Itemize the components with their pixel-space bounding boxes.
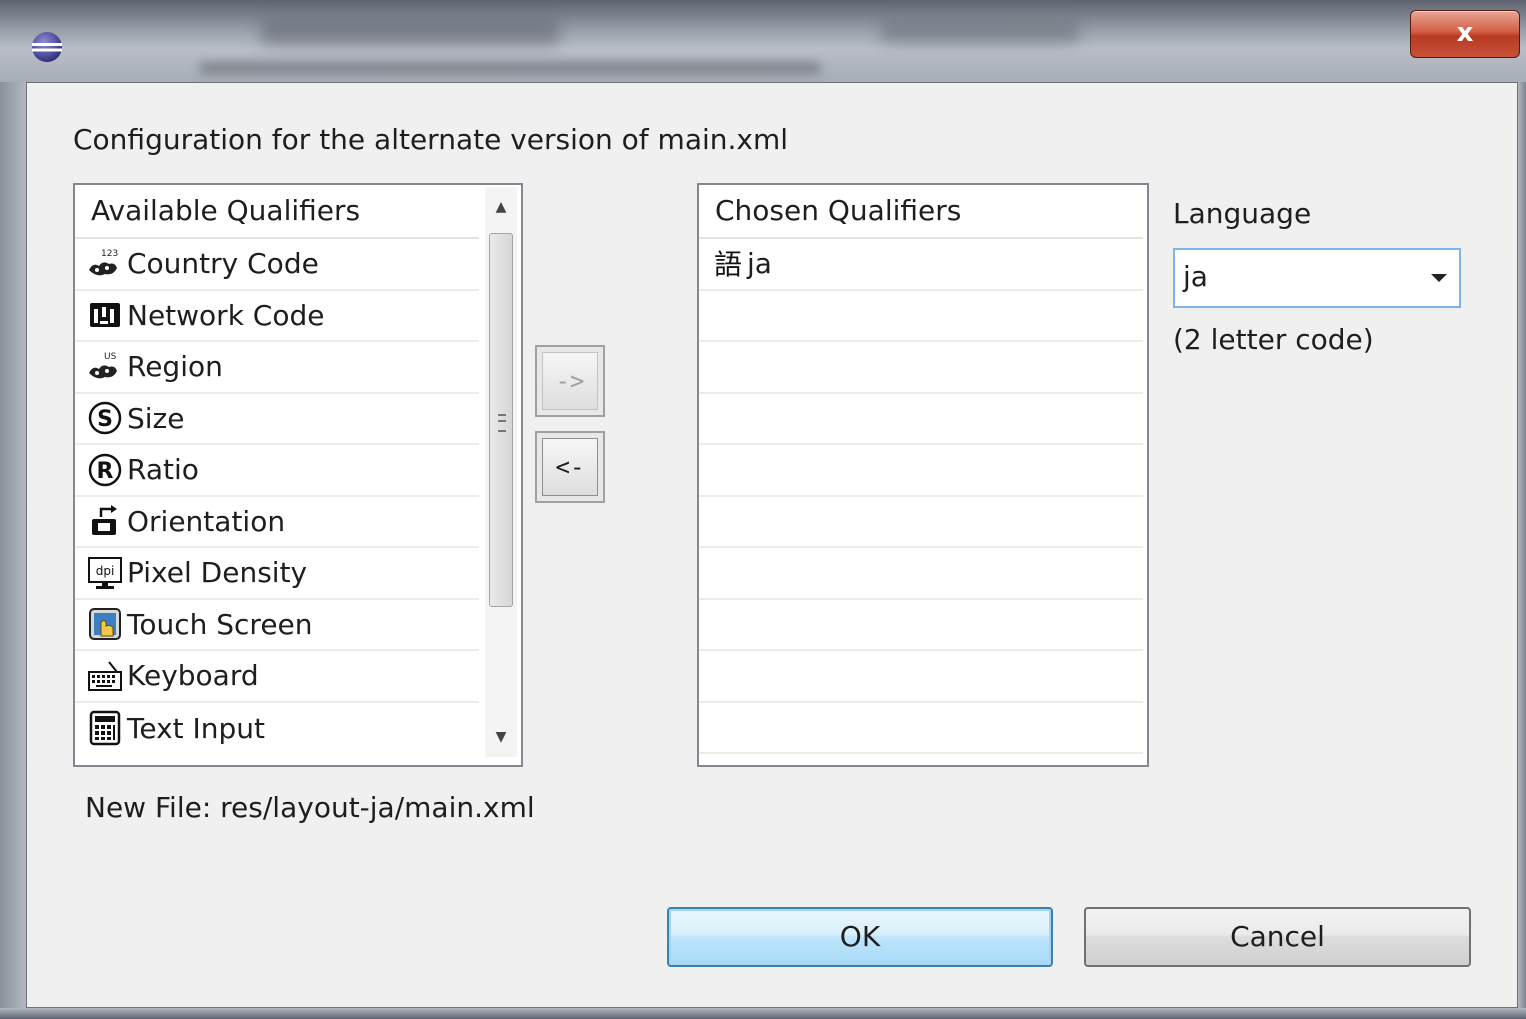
svg-text:US: US — [104, 352, 117, 362]
available-list-scrollbar[interactable]: ▲ ▼ — [485, 187, 517, 757]
svg-text:dpi: dpi — [96, 564, 115, 578]
list-item — [699, 703, 1143, 754]
scrollbar-thumb[interactable] — [489, 233, 513, 607]
orientation-icon — [85, 503, 125, 539]
chevron-down-icon[interactable] — [1431, 274, 1447, 282]
text-input-icon — [85, 710, 125, 746]
list-item-label: Keyboard — [127, 659, 259, 693]
country-code-icon: 123 — [85, 246, 125, 282]
language-select[interactable]: ja — [1173, 248, 1461, 308]
window-frame-left — [0, 82, 26, 1019]
list-item[interactable]: 123 Country Code — [75, 239, 479, 291]
svg-text:S: S — [97, 407, 113, 432]
title-blur — [880, 22, 1080, 44]
chosen-qualifiers-header: Chosen Qualifiers — [699, 185, 1143, 239]
touch-screen-icon — [85, 606, 125, 642]
eclipse-icon — [30, 30, 64, 64]
language-label: Language — [1173, 197, 1312, 230]
list-item[interactable]: Keyboard — [75, 651, 479, 703]
scroll-down-arrow-icon[interactable]: ▼ — [485, 717, 517, 757]
window-frame-right — [1518, 82, 1526, 1019]
chosen-qualifiers-list[interactable]: Chosen Qualifiers 語 ja — [697, 183, 1149, 767]
remove-qualifier-button[interactable]: <- — [535, 431, 605, 503]
window-frame-bottom — [0, 1008, 1526, 1019]
add-qualifier-label: -> — [542, 352, 598, 410]
list-item[interactable]: 語 ja — [699, 239, 1143, 291]
title-blur — [200, 62, 820, 74]
title-blur — [260, 20, 560, 46]
dialog-heading: Configuration for the alternate version … — [73, 123, 789, 156]
dialog-body: Configuration for the alternate version … — [26, 82, 1518, 1008]
list-item-label: Ratio — [127, 453, 199, 487]
list-item-label: Orientation — [127, 504, 286, 538]
ok-button[interactable]: OK — [667, 907, 1053, 967]
available-qualifiers-header: Available Qualifiers — [75, 185, 479, 239]
language-hint: (2 letter code) — [1173, 323, 1374, 356]
svg-text:語: 語 — [714, 248, 742, 281]
language-select-value: ja — [1183, 260, 1208, 293]
available-qualifiers-list[interactable]: Available Qualifiers 123 Country Code Ne… — [73, 183, 523, 767]
list-item-label: Text Input — [127, 711, 266, 745]
list-item-label: Country Code — [127, 247, 319, 281]
cancel-button[interactable]: Cancel — [1084, 907, 1471, 967]
list-item[interactable]: US Region — [75, 342, 479, 394]
close-button[interactable]: x — [1410, 10, 1520, 58]
list-item — [699, 291, 1143, 342]
list-item — [699, 342, 1143, 394]
list-item — [699, 600, 1143, 651]
remove-qualifier-label: <- — [542, 438, 598, 496]
list-item — [699, 445, 1143, 497]
list-item — [699, 497, 1143, 548]
size-icon: S — [85, 400, 125, 436]
network-code-icon — [85, 297, 125, 333]
list-item — [699, 394, 1143, 445]
svg-text:R: R — [97, 459, 114, 484]
region-icon: US — [85, 349, 125, 385]
new-file-path: New File: res/layout-ja/main.xml — [85, 791, 535, 824]
list-item-label: Pixel Density — [127, 556, 308, 590]
list-item[interactable]: Touch Screen — [75, 600, 479, 651]
add-qualifier-button[interactable]: -> — [535, 345, 605, 417]
list-item-label: Size — [127, 401, 185, 435]
list-item — [699, 651, 1143, 703]
list-item[interactable]: Text Input — [75, 703, 479, 755]
pixel-density-icon: dpi — [85, 555, 125, 591]
grip-icon — [498, 414, 506, 432]
list-item[interactable]: Network Code — [75, 291, 479, 342]
list-item — [699, 548, 1143, 600]
list-item-label: Network Code — [127, 298, 325, 332]
list-item-label: ja — [747, 247, 772, 281]
scroll-up-arrow-icon[interactable]: ▲ — [485, 187, 517, 227]
list-item-label: Region — [127, 350, 223, 384]
language-icon: 語 — [711, 247, 745, 281]
list-item[interactable]: R Ratio — [75, 445, 479, 497]
list-item-label: Touch Screen — [127, 607, 313, 641]
list-item[interactable]: S Size — [75, 394, 479, 445]
svg-text:123: 123 — [101, 249, 118, 259]
keyboard-icon — [85, 658, 125, 694]
list-item[interactable]: Orientation — [75, 497, 479, 548]
title-bar: x — [0, 0, 1526, 82]
list-item[interactable]: dpi Pixel Density — [75, 548, 479, 600]
ratio-icon: R — [85, 452, 125, 488]
